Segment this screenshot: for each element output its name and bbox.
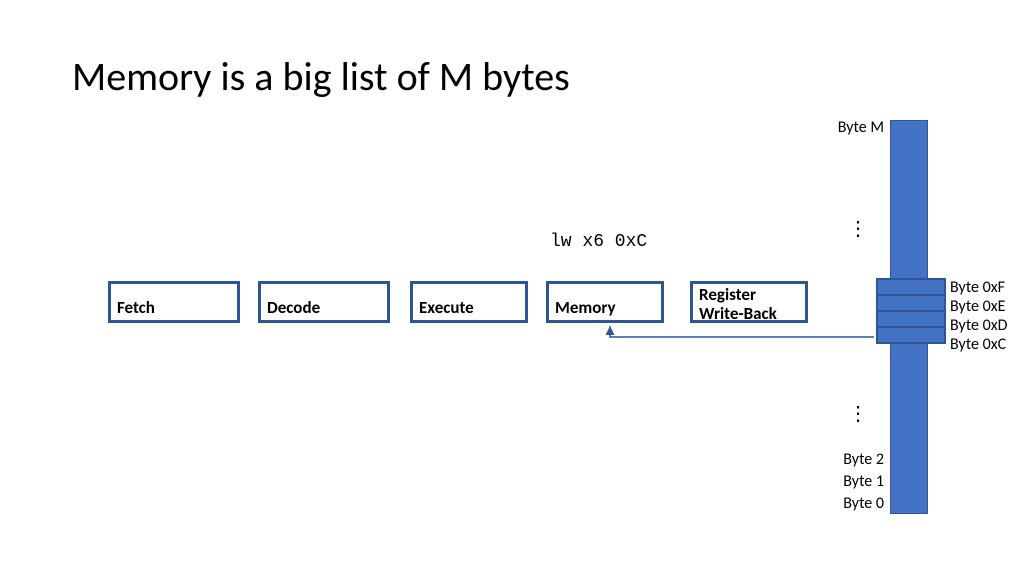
stage-decode: Decode bbox=[258, 281, 390, 323]
stage-label: Fetch bbox=[117, 297, 155, 318]
mem-label-bottom: Byte 0 bbox=[843, 494, 884, 513]
stage-label: Decode bbox=[267, 297, 320, 318]
ellipsis-icon: ⋮ bbox=[848, 410, 868, 418]
mem-label-cell: Byte 0xF bbox=[950, 278, 1005, 297]
memory-cell bbox=[876, 326, 946, 344]
mem-label-cell: Byte 0xE bbox=[950, 297, 1005, 316]
memory-cells bbox=[876, 280, 946, 344]
stage-execute: Execute bbox=[410, 281, 528, 323]
stage-writeback: Register Write-Back bbox=[690, 281, 808, 323]
stage-memory: Memory bbox=[546, 281, 664, 323]
mem-label-cell: Byte 0xD bbox=[950, 316, 1008, 335]
slide-title: Memory is a big list of M bytes bbox=[72, 52, 570, 101]
instruction-text: lw x6 0xC bbox=[550, 232, 647, 252]
mem-label-bottom: Byte 2 bbox=[843, 450, 884, 469]
mem-label-bottom: Byte 1 bbox=[843, 472, 884, 491]
stage-label: Memory bbox=[555, 297, 616, 318]
ellipsis-icon: ⋮ bbox=[848, 225, 868, 233]
mem-label-cell: Byte 0xC bbox=[950, 335, 1006, 354]
mem-label-top: Byte M bbox=[838, 118, 884, 137]
stage-label: Execute bbox=[419, 297, 474, 318]
stage-fetch: Fetch bbox=[108, 281, 240, 323]
stage-label: Register Write-Back bbox=[699, 286, 799, 323]
slide: Memory is a big list of M bytes lw x6 0x… bbox=[0, 0, 1024, 576]
